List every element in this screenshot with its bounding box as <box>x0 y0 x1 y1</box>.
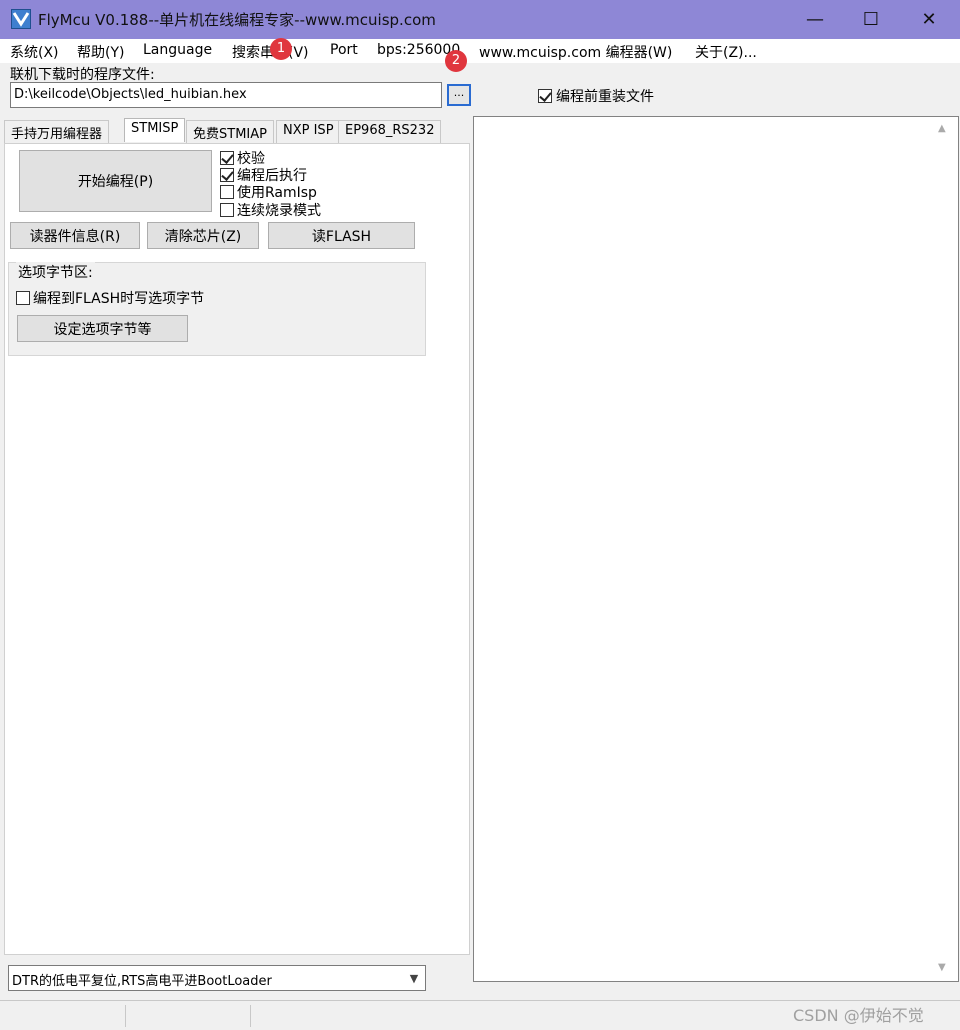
status-separator <box>250 1005 251 1027</box>
checkbox-icon <box>220 168 234 182</box>
option-ramisp[interactable]: 使用RamIsp <box>220 182 317 202</box>
minimize-button[interactable]: — <box>786 0 844 39</box>
browse-button[interactable]: ... <box>447 84 471 106</box>
app-logo-icon <box>11 9 31 29</box>
menu-about[interactable]: 关于(Z)... <box>695 42 757 62</box>
window-title: FlyMcu V0.188--单片机在线编程专家--www.mcuisp.com <box>38 11 436 29</box>
status-separator <box>125 1005 126 1027</box>
read-device-info-button[interactable]: 读器件信息(R) <box>10 222 140 249</box>
tab-ep968[interactable]: EP968_RS232 <box>338 120 442 143</box>
checkbox-icon <box>538 89 552 103</box>
checkbox-icon <box>220 151 234 165</box>
chevron-down-icon[interactable]: ▼ <box>404 967 424 989</box>
scroll-up-icon[interactable]: ▲ <box>938 123 946 134</box>
file-label: 联机下载时的程序文件: <box>10 67 155 83</box>
option-bytes-title: 选项字节区: <box>16 262 95 282</box>
erase-chip-button[interactable]: 清除芯片(Z) <box>147 222 259 249</box>
reset-mode-select[interactable]: DTR的低电平复位,RTS高电平进BootLoader <box>8 965 426 991</box>
checkbox-icon <box>16 291 30 305</box>
watermark: CSDN @伊始不觉 <box>793 1006 924 1025</box>
option-continuous[interactable]: 连续烧录模式 <box>220 200 321 220</box>
tab-handheld[interactable]: 手持万用编程器 <box>4 120 110 143</box>
log-output[interactable] <box>473 116 959 982</box>
write-option-bytes-label: 编程到FLASH时写选项字节 <box>33 291 205 307</box>
read-flash-button[interactable]: 读FLASH <box>268 222 415 249</box>
reload-file-checkbox[interactable]: 编程前重装文件 <box>538 86 654 106</box>
tab-nxp-isp[interactable]: NXP ISP <box>276 120 341 143</box>
menu-programmer[interactable]: www.mcuisp.com 编程器(W) <box>479 42 672 62</box>
write-option-bytes-checkbox[interactable]: 编程到FLASH时写选项字节 <box>16 288 204 308</box>
scroll-down-icon[interactable]: ▼ <box>938 962 946 973</box>
menu-bar: 系统(X) 帮助(Y) Language 搜索串口(V) Port bps:25… <box>0 39 960 63</box>
title-bar: FlyMcu V0.188--单片机在线编程专家--www.mcuisp.com… <box>0 0 960 39</box>
annotation-badge-1: 1 <box>270 38 292 60</box>
annotation-badge-2: 2 <box>445 50 467 72</box>
file-path-input[interactable]: D:\keilcode\Objects\led_huibian.hex <box>10 82 442 108</box>
checkbox-icon <box>220 203 234 217</box>
close-button[interactable]: ✕ <box>900 0 958 39</box>
tab-stmiap[interactable]: 免费STMIAP <box>186 120 274 143</box>
menu-port[interactable]: Port <box>330 42 358 58</box>
set-option-bytes-button[interactable]: 设定选项字节等 <box>17 315 188 342</box>
start-program-button[interactable]: 开始编程(P) <box>19 150 212 212</box>
menu-system[interactable]: 系统(X) <box>10 42 59 62</box>
option-label: 连续烧录模式 <box>237 203 321 219</box>
checkbox-icon <box>220 185 234 199</box>
maximize-button[interactable]: ☐ <box>842 0 900 39</box>
option-label: 使用RamIsp <box>237 185 317 201</box>
reload-file-label: 编程前重装文件 <box>556 89 654 105</box>
tab-stmisp[interactable]: STMISP <box>124 118 186 142</box>
menu-help[interactable]: 帮助(Y) <box>77 42 124 62</box>
menu-language[interactable]: Language <box>143 42 212 58</box>
